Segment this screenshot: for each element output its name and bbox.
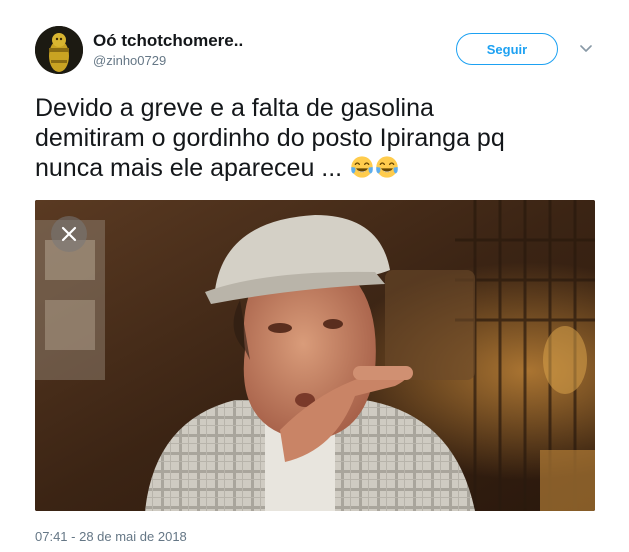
follow-button[interactable]: Seguir <box>456 33 558 65</box>
tweet-line-last: nunca mais ele apareceu ... <box>35 153 610 183</box>
tweet-line: demitiram o gordinho do posto Ipiranga p… <box>35 124 505 152</box>
chevron-down-icon[interactable] <box>578 42 594 56</box>
tweet-media[interactable] <box>35 200 595 511</box>
user-handle[interactable]: @zinho0729 <box>93 53 166 68</box>
avatar-image <box>35 26 83 74</box>
face-with-tears-of-joy-icon <box>351 156 373 178</box>
tweet-line: nunca mais ele apareceu ... <box>35 154 343 182</box>
tweet-text: Devido a greve e a falta de gasolina dem… <box>35 93 610 183</box>
tweet-timestamp[interactable]: 07:41 - 28 de mai de 2018 <box>35 529 187 544</box>
face-with-tears-of-joy-icon <box>376 156 398 178</box>
display-name[interactable]: Oó tchotchomere.. <box>93 31 243 51</box>
avatar[interactable] <box>35 26 83 74</box>
tweet-line: Devido a greve e a falta de gasolina <box>35 94 434 122</box>
close-icon[interactable] <box>51 216 87 252</box>
media-photo <box>35 200 595 511</box>
